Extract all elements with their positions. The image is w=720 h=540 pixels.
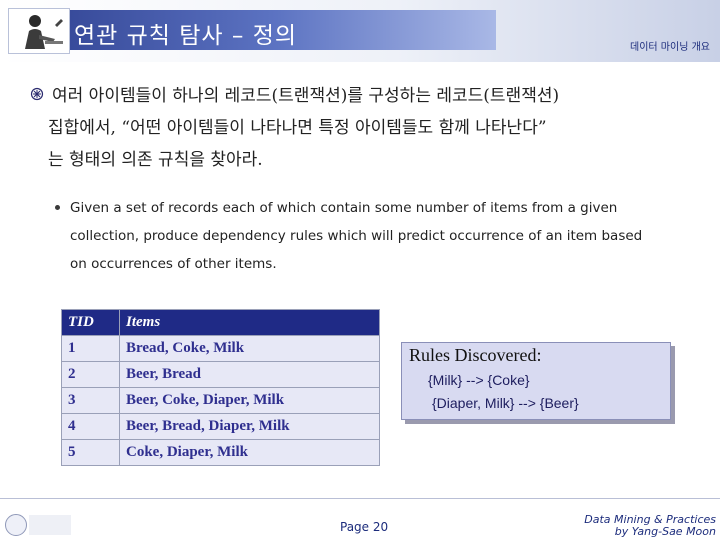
- person-at-desk-icon: [8, 8, 70, 54]
- transactions-table: TID Items 1 Bread, Coke, Milk 2 Beer, Br…: [61, 309, 380, 466]
- cell-tid: 4: [61, 413, 120, 440]
- korean-line-1: 여러 아이템들이 하나의 레코드(트랜잭션)를 구성하는 레코드(트랜잭션): [52, 86, 560, 106]
- university-logo-icon: [29, 515, 71, 535]
- cell-tid: 3: [61, 387, 120, 414]
- credits: Data Mining & Practices by Yang-Sae Moon: [584, 514, 716, 538]
- rules-title: Rules Discovered:: [409, 345, 542, 365]
- english-line-2: collection, produce dependency rules whi…: [70, 228, 643, 244]
- credits-line-2: by Yang-Sae Moon: [614, 525, 716, 538]
- slide-title: 연관 규칙 탐사 – 정의: [74, 23, 298, 49]
- cell-tid: 5: [61, 439, 120, 466]
- table-row: 3 Beer, Coke, Diaper, Milk: [61, 387, 380, 414]
- cell-tid: 2: [61, 361, 120, 388]
- bullet-icon: [30, 86, 44, 101]
- university-seal-icon: [5, 514, 27, 536]
- korean-definition: 여러 아이템들이 하나의 레코드(트랜잭션)를 구성하는 레코드(트랜잭션) 집…: [48, 80, 712, 176]
- table-row: 4 Beer, Bread, Diaper, Milk: [61, 413, 380, 440]
- cell-items: Coke, Diaper, Milk: [119, 439, 380, 466]
- english-line-1: Given a set of records each of which con…: [70, 200, 618, 216]
- slide-header: 연관 규칙 탐사 – 정의 데이터 마이닝 개요: [0, 0, 720, 62]
- english-definition: Given a set of records each of which con…: [70, 194, 710, 278]
- rule-1: {Milk} --> {Coke}: [428, 372, 530, 388]
- cell-tid: 1: [61, 335, 120, 362]
- table-row: 5 Coke, Diaper, Milk: [61, 439, 380, 466]
- korean-line-3: 는 형태의 의존 규칙을 찾아라.: [48, 150, 263, 170]
- korean-line-2: 집합에서, “어떤 아이템들이 나타나면 특정 아이템들도 함께 나타난다”: [48, 118, 547, 138]
- cell-items: Beer, Bread, Diaper, Milk: [119, 413, 380, 440]
- table-header-row: TID Items: [61, 309, 380, 336]
- cell-items: Beer, Coke, Diaper, Milk: [119, 387, 380, 414]
- header-tid: TID: [61, 309, 120, 336]
- english-line-3: on occurrences of other items.: [70, 256, 277, 272]
- rule-2: {Diaper, Milk} --> {Beer}: [432, 395, 579, 411]
- sub-bullet-icon: [55, 205, 60, 210]
- cell-items: Bread, Coke, Milk: [119, 335, 380, 362]
- header-items: Items: [119, 309, 380, 336]
- footer-divider: [0, 498, 720, 499]
- rules-discovered-box: Rules Discovered: {Milk} --> {Coke} {Dia…: [401, 342, 671, 420]
- table-row: 1 Bread, Coke, Milk: [61, 335, 380, 362]
- course-name: 데이터 마이닝 개요: [630, 42, 710, 53]
- cell-items: Beer, Bread: [119, 361, 380, 388]
- page-number: Page 20: [340, 520, 389, 534]
- table-row: 2 Beer, Bread: [61, 361, 380, 388]
